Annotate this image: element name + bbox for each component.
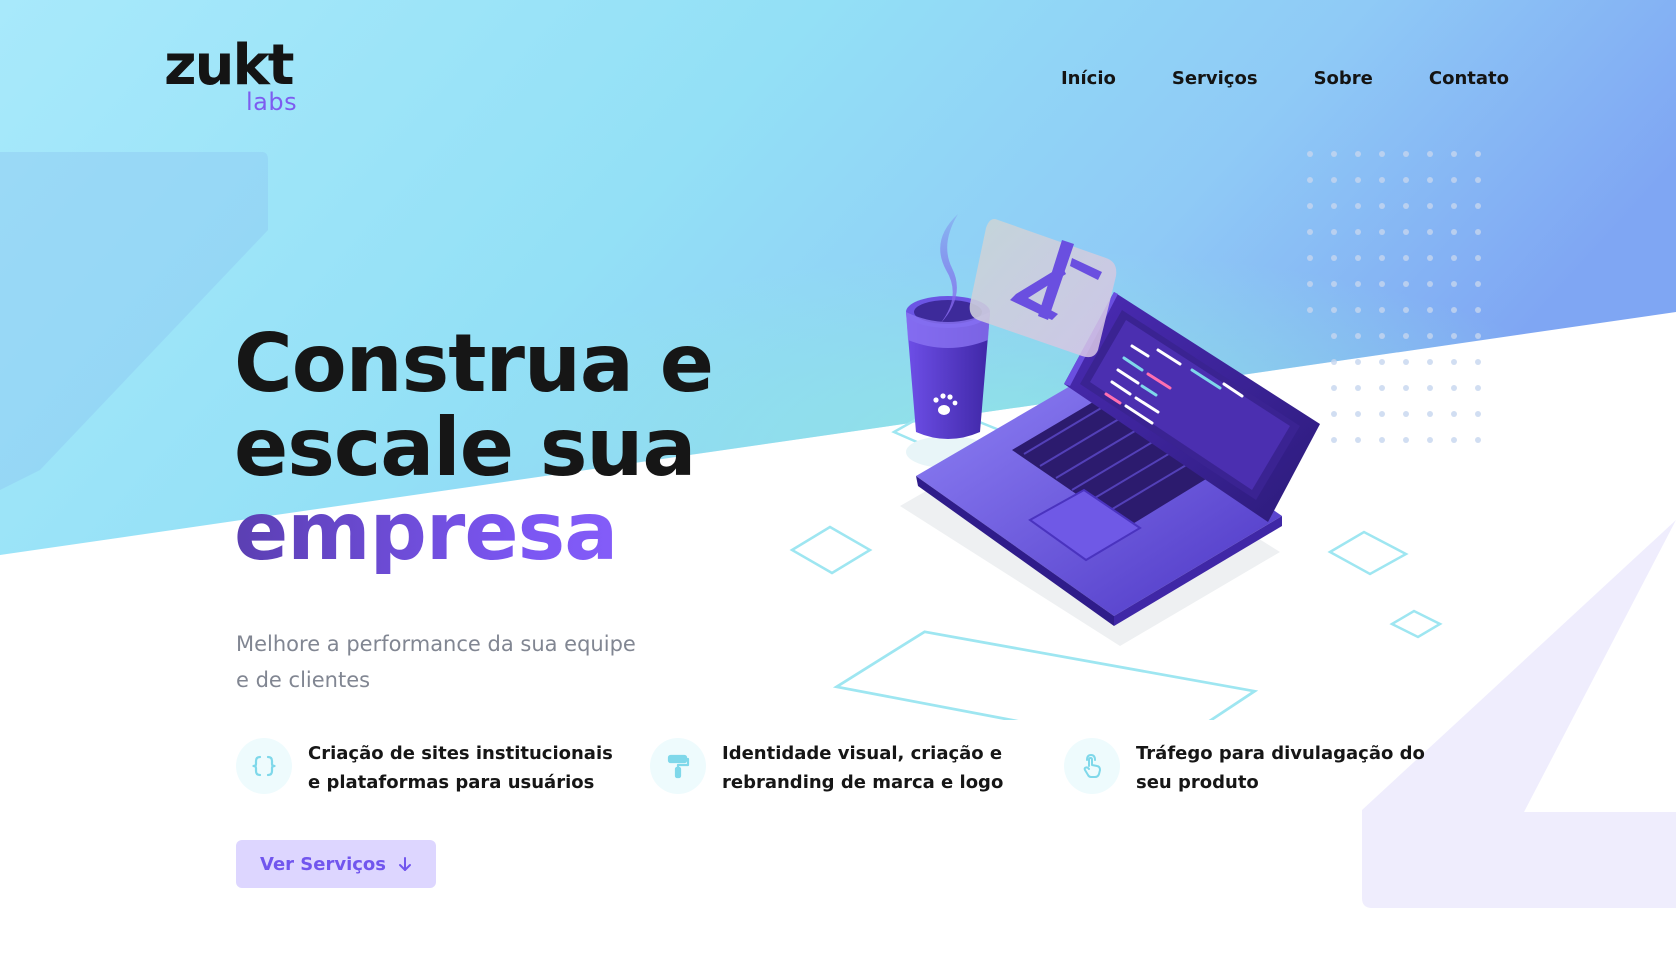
main-nav: Início Serviços Sobre Contato xyxy=(1061,68,1509,89)
touch-hand-icon xyxy=(1064,738,1120,794)
arrow-down-icon xyxy=(399,857,411,871)
nav-item-inicio[interactable]: Início xyxy=(1061,68,1116,89)
brand-logo[interactable]: zukt labs xyxy=(164,38,314,120)
cta-label: Ver Serviços xyxy=(260,853,386,875)
headline-line-2: escale sua xyxy=(234,401,696,494)
headline-line-1: Construa e xyxy=(234,317,714,410)
hero-headline: Construa e escale sua empresa xyxy=(234,317,714,574)
feature-text: Criação de sites institucionais e plataf… xyxy=(308,743,613,793)
feature-item: Tráfego para divulagação do seu produto xyxy=(1064,738,1478,797)
nav-item-sobre[interactable]: Sobre xyxy=(1314,68,1373,89)
paint-roller-icon xyxy=(650,738,706,794)
nav-item-servicos[interactable]: Serviços xyxy=(1172,68,1258,89)
feature-list: Criação de sites institucionais e plataf… xyxy=(236,738,1478,797)
hero-subtitle: Melhore a performance da sua equipe e de… xyxy=(236,632,636,692)
feature-item: Identidade visual, criação e rebranding … xyxy=(650,738,1064,797)
laptop-coffee-illustration xyxy=(789,214,1443,720)
headline-accent: empresa xyxy=(234,490,713,574)
feature-text: Identidade visual, criação e rebranding … xyxy=(722,743,1004,793)
feature-item: Criação de sites institucionais e plataf… xyxy=(236,738,650,797)
nav-item-contato[interactable]: Contato xyxy=(1429,68,1509,89)
logo-subtext: labs xyxy=(246,88,298,116)
curly-braces-icon xyxy=(236,738,292,794)
logo-wordmark: zukt xyxy=(164,33,294,98)
ver-servicos-button[interactable]: Ver Serviços xyxy=(236,840,436,888)
feature-text: Tráfego para divulagação do seu produto xyxy=(1136,743,1425,793)
